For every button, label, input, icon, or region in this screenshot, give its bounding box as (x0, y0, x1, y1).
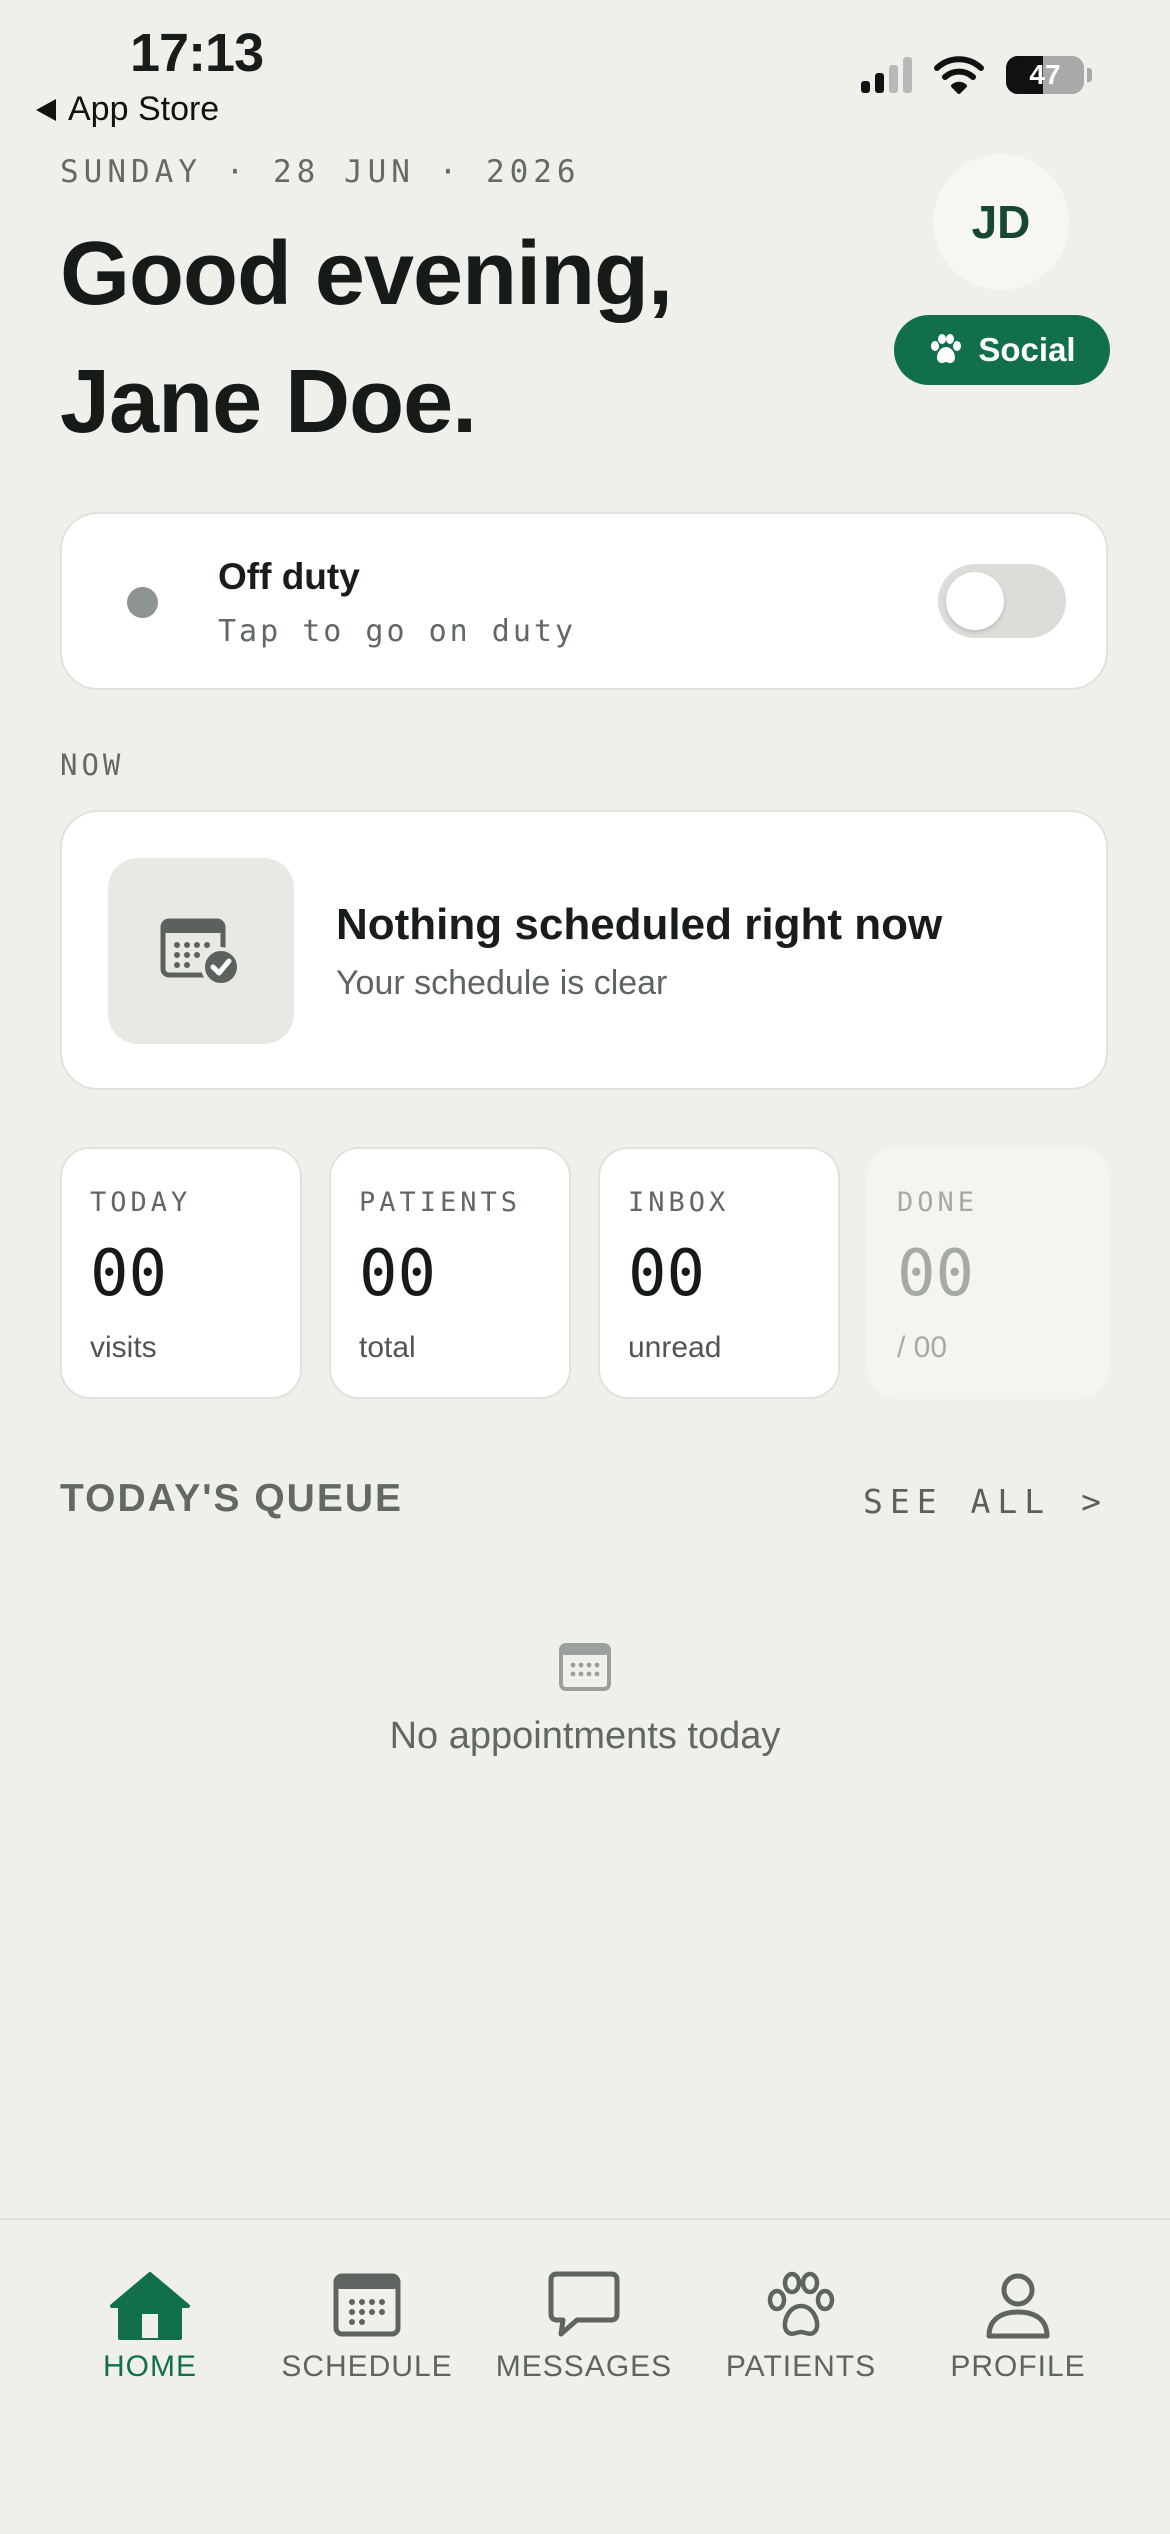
duty-status-dot (127, 587, 158, 618)
stat-label: INBOX (628, 1187, 730, 1218)
see-all-link[interactable]: SEE ALL > (863, 1482, 1108, 1521)
now-section-label: NOW (60, 748, 125, 782)
back-link-label: App Store (68, 90, 220, 128)
stat-label: TODAY (90, 1187, 192, 1218)
stat-card-today[interactable]: TODAY 00 visits (60, 1147, 302, 1399)
queue-title: TODAY'S QUEUE (60, 1477, 404, 1520)
duty-toggle[interactable] (938, 564, 1066, 638)
paw-icon (767, 2271, 835, 2336)
stat-unit: unread (628, 1331, 722, 1364)
stat-card-inbox[interactable]: INBOX 00 unread (598, 1147, 840, 1399)
stat-unit: / 00 (897, 1331, 948, 1364)
stat-label: PATIENTS (359, 1187, 522, 1218)
stat-value: 00 (359, 1237, 437, 1311)
calendar-icon (333, 2273, 401, 2337)
status-indicators: 47 (861, 56, 1092, 94)
social-badge-label: Social (978, 331, 1076, 368)
duty-title: Off duty (218, 556, 360, 597)
tab-label: PATIENTS (725, 2350, 877, 2383)
tab-label: HOME (103, 2350, 197, 2383)
back-arrow-icon (36, 98, 56, 121)
tab-label: PROFILE (950, 2350, 1086, 2383)
duty-subtitle: Tap to go on duty (218, 614, 577, 649)
calendar-check-icon (160, 918, 241, 987)
toggle-knob (946, 572, 1004, 630)
chevron-right-icon: > (1081, 1482, 1108, 1521)
tab-schedule[interactable]: SCHEDULE (267, 2270, 467, 2384)
back-to-app-store-link[interactable]: App Store (36, 90, 219, 129)
stat-card-done[interactable]: DONE 00 / 00 (867, 1147, 1109, 1399)
home-icon (110, 2272, 190, 2340)
avatar[interactable]: JD (933, 154, 1069, 290)
tab-label: MESSAGES (495, 2350, 673, 2383)
tab-home[interactable]: HOME (50, 2270, 250, 2384)
cellular-signal-icon (861, 57, 912, 93)
now-card[interactable]: Nothing scheduled right now Your schedul… (60, 810, 1108, 1090)
see-all-label: SEE ALL (863, 1482, 1052, 1521)
tab-profile[interactable]: PROFILE (918, 2270, 1118, 2384)
calendar-icon (559, 1643, 611, 1691)
wifi-icon (934, 56, 984, 94)
stat-card-patients[interactable]: PATIENTS 00 total (329, 1147, 571, 1399)
tab-bar: HOME SCHEDULE MESSAGES PATIENTS PROFILE (0, 2218, 1170, 2534)
status-time: 17:13 (130, 23, 264, 83)
greeting-heading: Good evening, Jane Doe. (60, 210, 673, 466)
date-line: SUNDAY · 28 JUN · 2026 (60, 154, 581, 190)
stat-label: DONE (897, 1187, 979, 1218)
battery-percentage: 47 (1029, 59, 1061, 90)
social-badge[interactable]: Social (894, 315, 1110, 385)
paw-icon (931, 334, 962, 364)
greeting-line-1: Good evening, (60, 224, 673, 324)
tab-patients[interactable]: PATIENTS (701, 2270, 901, 2384)
duty-status-card[interactable]: Off duty Tap to go on duty (60, 512, 1108, 690)
stat-value: 00 (897, 1237, 975, 1311)
stat-unit: total (359, 1331, 416, 1364)
tab-label: SCHEDULE (281, 2350, 453, 2383)
person-icon (986, 2273, 1050, 2339)
now-title: Nothing scheduled right now (336, 900, 943, 949)
stat-unit: visits (90, 1331, 157, 1364)
greeting-line-2: Jane Doe. (60, 352, 477, 452)
battery-icon: 47 (1006, 56, 1084, 94)
empty-queue-text: No appointments today (389, 1715, 781, 1757)
stat-value: 00 (628, 1237, 706, 1311)
tab-messages[interactable]: MESSAGES (484, 2270, 684, 2384)
now-icon-box (108, 858, 294, 1044)
now-subtitle: Your schedule is clear (336, 964, 668, 1002)
stat-value: 00 (90, 1237, 168, 1311)
chat-bubble-icon (548, 2271, 620, 2337)
